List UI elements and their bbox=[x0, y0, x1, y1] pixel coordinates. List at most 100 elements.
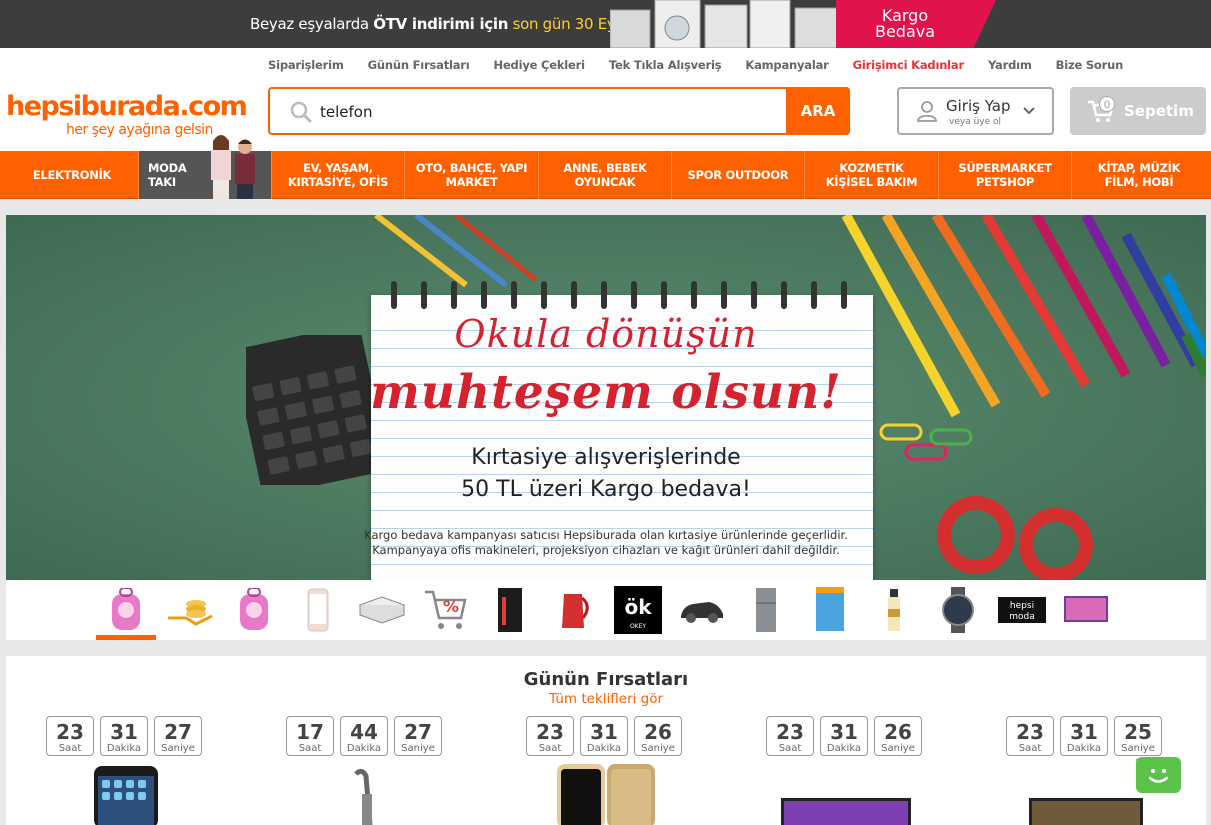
appliances-image bbox=[610, 0, 840, 48]
hero-terms: Kargo bedava kampanyası satıcısı Hepsibu… bbox=[364, 528, 848, 542]
thumb-mattress[interactable] bbox=[358, 586, 406, 634]
category-label: SPOR OUTDOOR bbox=[687, 168, 789, 182]
mattress-icon bbox=[358, 596, 406, 624]
thumb-formula[interactable] bbox=[806, 586, 854, 634]
hepsimoda-logo: hepsimoda bbox=[998, 597, 1046, 623]
login-button[interactable]: Giriş Yap veya üye ol bbox=[897, 87, 1054, 135]
galaxy-product-image bbox=[557, 764, 655, 825]
svg-text:moda: moda bbox=[1009, 612, 1035, 622]
thumb-sale-cart[interactable]: % bbox=[422, 586, 470, 634]
category-elektronik[interactable]: ELEKTRONİK bbox=[6, 151, 139, 199]
svg-text:hepsi: hepsi bbox=[1010, 601, 1034, 611]
hero-headline: Okula dönüşün bbox=[454, 312, 758, 356]
thumb-fridge[interactable] bbox=[742, 586, 790, 634]
link-daily-deals[interactable]: Günün Fırsatları bbox=[368, 58, 470, 72]
thumb-car[interactable] bbox=[678, 586, 726, 634]
category-label: ELEKTRONİK bbox=[32, 168, 112, 182]
coins-icon bbox=[168, 600, 213, 626]
thumb-spray[interactable] bbox=[870, 586, 918, 634]
search-input[interactable] bbox=[320, 99, 780, 125]
link-women-entrepreneurs[interactable]: Girişimci Kadınlar bbox=[853, 58, 965, 72]
vacuum-product-image bbox=[354, 768, 373, 825]
spray-icon bbox=[888, 589, 900, 631]
hero-banner[interactable]: Okula dönüşün muhteşem olsun! Kırtasiye … bbox=[6, 215, 1206, 580]
formula-can-icon bbox=[816, 587, 844, 631]
category-oto-bahce[interactable]: OTO, BAHÇE, YAPI MARKET bbox=[405, 151, 539, 199]
thumb-backpack[interactable] bbox=[96, 586, 156, 640]
link-orders[interactable]: Siparişlerim bbox=[268, 58, 344, 72]
backpack-icon bbox=[112, 588, 140, 630]
category-supermarket[interactable]: SÜPERMARKET PETSHOP bbox=[939, 151, 1072, 199]
countdown-timer: 23 Saat 31 Dakika 27 Saniye bbox=[46, 716, 202, 756]
kettle-icon bbox=[562, 594, 589, 628]
see-all-deals-link[interactable]: Tüm teklifleri gör bbox=[6, 691, 1206, 707]
cart-count-badge: 0 bbox=[1099, 96, 1115, 112]
category-label: MODA TAKI bbox=[148, 161, 187, 189]
category-moda[interactable]: MODA TAKI bbox=[139, 135, 272, 199]
category-label: KOZMETİK KİŞİSEL BAKIM bbox=[825, 161, 918, 189]
category-kozmetik[interactable]: KOZMETİK KİŞİSEL BAKIM bbox=[805, 151, 939, 199]
hero-terms-2: Kampanyaya ofis makineleri, projeksiyon … bbox=[372, 543, 840, 557]
deal-card[interactable]: 23 Saat 31 Dakika 26 Saniye bbox=[726, 716, 966, 825]
thumb-coins[interactable] bbox=[166, 586, 214, 634]
link-campaigns[interactable]: Kampanyalar bbox=[745, 58, 828, 72]
countdown-timer: 17 Saat 44 Dakika 27 Saniye bbox=[286, 716, 442, 756]
category-label: ANNE, BEBEK OYUNCAK bbox=[563, 161, 647, 189]
top-links: Siparişlerim Günün Fırsatları Hediye Çek… bbox=[268, 58, 1147, 72]
models-image bbox=[211, 135, 255, 199]
thumb-kettle[interactable] bbox=[550, 586, 598, 634]
thumb-tv[interactable] bbox=[1062, 586, 1110, 634]
car-icon bbox=[681, 602, 723, 623]
deal-card[interactable]: 23 Saat 31 Dakika 27 Saniye bbox=[6, 716, 246, 825]
pc-case-icon bbox=[498, 588, 522, 632]
cart-button[interactable]: 0 Sepetim bbox=[1070, 87, 1206, 135]
okey-logo: ök OKEY bbox=[614, 586, 662, 634]
category-ev-yasam[interactable]: EV, YAŞAM, KIRTASİYE, OFİS bbox=[272, 151, 405, 199]
link-gift-cards[interactable]: Hediye Çekleri bbox=[494, 58, 586, 72]
category-kitap[interactable]: KİTAP, MÜZİK FİLM, HOBİ bbox=[1072, 151, 1206, 199]
thumb-hepsimoda[interactable]: hepsi moda bbox=[998, 586, 1046, 634]
cart-sale-icon: % bbox=[425, 590, 467, 629]
thumb-watch[interactable] bbox=[934, 586, 982, 634]
category-spor[interactable]: SPOR OUTDOOR bbox=[672, 151, 805, 199]
tv-icon bbox=[1064, 596, 1108, 622]
logo[interactable]: hepsiburada.com her şey ayağına gelsin bbox=[6, 91, 248, 138]
promo-text: Beyaz eşyalarda ÖTV indirimi için son gü… bbox=[250, 15, 639, 33]
login-subtitle: veya üye ol bbox=[949, 117, 1002, 127]
deal-card[interactable]: 17 Saat 44 Dakika 27 Saniye bbox=[246, 716, 486, 825]
deal-card[interactable]: 23 Saat 31 Dakika 26 Saniye bbox=[486, 716, 726, 825]
link-ask-us[interactable]: Bize Sorun bbox=[1056, 58, 1124, 72]
banner-thumbnails: % ök OKEY hepsi moda bbox=[6, 580, 1206, 640]
search-box: ARA bbox=[268, 87, 850, 135]
deals-title: Günün Fırsatları bbox=[523, 669, 689, 690]
hero-subline: Kırtasiye alışverişlerinde bbox=[471, 445, 741, 470]
countdown-timer: 23 Saat 31 Dakika 26 Saniye bbox=[766, 716, 922, 756]
thumb-okey[interactable]: ök OKEY bbox=[614, 586, 662, 634]
promo-banner[interactable]: Beyaz eşyalarda ÖTV indirimi için son gü… bbox=[0, 0, 1211, 48]
svg-text:%: % bbox=[443, 597, 459, 616]
svg-text:ök: ök bbox=[624, 595, 652, 619]
category-label: EV, YAŞAM, KIRTASİYE, OFİS bbox=[287, 161, 389, 189]
thumb-backpack-2[interactable] bbox=[230, 586, 278, 634]
cart-label: Sepetim bbox=[1124, 102, 1194, 120]
user-icon bbox=[917, 101, 937, 122]
tv-product-image bbox=[781, 798, 911, 825]
free-shipping-badge: Kargo Bedava bbox=[836, 0, 996, 48]
search-icon bbox=[290, 101, 312, 123]
category-anne-bebek[interactable]: ANNE, BEBEK OYUNCAK bbox=[539, 151, 672, 199]
category-label: KİTAP, MÜZİK FİLM, HOBİ bbox=[1097, 161, 1181, 189]
countdown-timer: 23 Saat 31 Dakika 26 Saniye bbox=[526, 716, 682, 756]
link-help[interactable]: Yardım bbox=[988, 58, 1032, 72]
chat-button[interactable] bbox=[1136, 757, 1181, 793]
hero-headline-2: muhteşem olsun! bbox=[370, 365, 842, 420]
svg-text:OKEY: OKEY bbox=[630, 623, 646, 630]
search-button[interactable]: ARA bbox=[786, 87, 850, 135]
header: Siparişlerim Günün Fırsatları Hediye Çek… bbox=[0, 48, 1211, 151]
thumb-pc-case[interactable] bbox=[486, 586, 534, 634]
logo-text: hepsiburada.com bbox=[6, 91, 248, 122]
fridge-icon bbox=[756, 588, 776, 632]
phone-icon bbox=[307, 588, 329, 632]
link-one-click[interactable]: Tek Tıkla Alışveriş bbox=[609, 58, 722, 72]
hero-subline-2: 50 TL üzeri Kargo bedava! bbox=[461, 477, 751, 502]
thumb-phone[interactable] bbox=[294, 586, 342, 634]
